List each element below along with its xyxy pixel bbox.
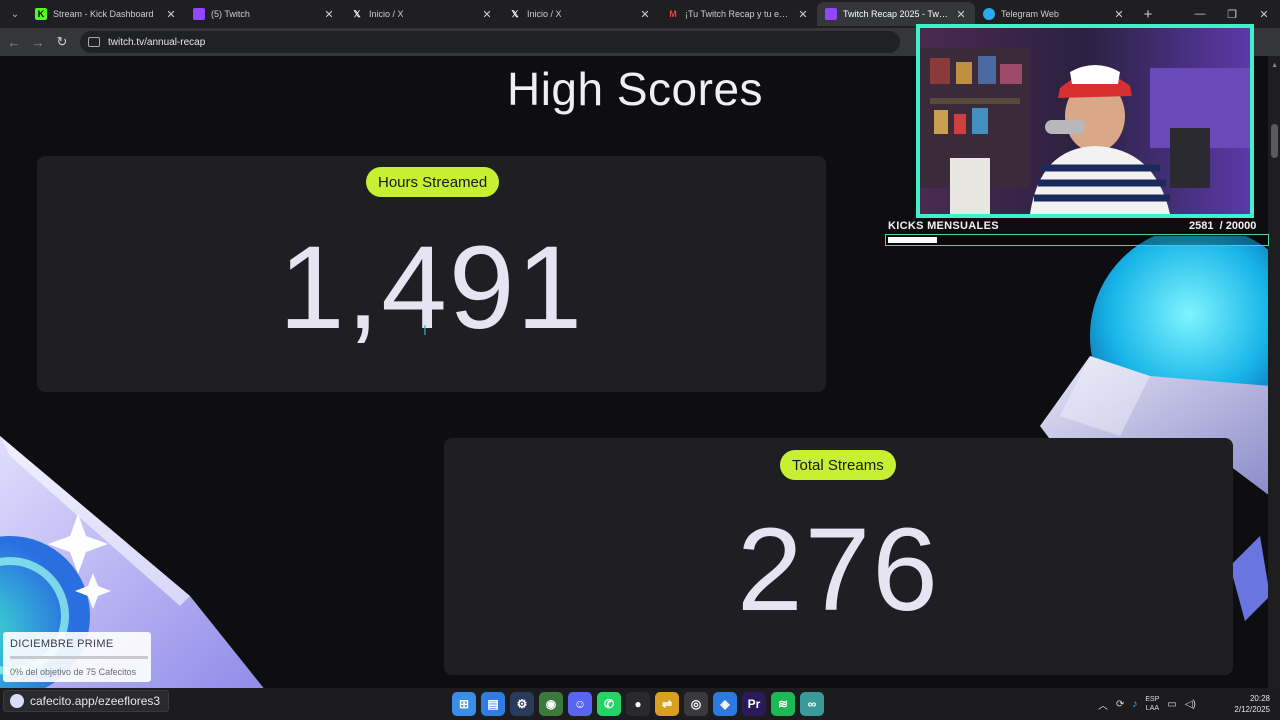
file-explorer-icon[interactable]: ▤ bbox=[481, 692, 505, 716]
blue-app-icon[interactable]: ◈ bbox=[713, 692, 737, 716]
link-status-bubble: cafecito.app/ezeeflores3 bbox=[3, 690, 170, 712]
system-tray: ︿ ⟳ ♪ ESP LAA ▭ ◁) bbox=[1098, 688, 1196, 720]
webcam-image bbox=[920, 28, 1250, 214]
clock-date: 2/12/2025 bbox=[1234, 705, 1270, 714]
kicks-target: / 20000 bbox=[1219, 220, 1257, 232]
x-icon: 𝕏 bbox=[353, 8, 361, 19]
prime-goal-subtitle: 0% del objetivo de 75 Cafecitos bbox=[10, 667, 137, 677]
text-cursor-icon: I bbox=[423, 322, 427, 338]
obs-studio-icon[interactable]: ◎ bbox=[684, 692, 708, 716]
microphone-icon[interactable]: ♪ bbox=[1132, 699, 1137, 710]
taskbar-clock[interactable]: 20:28 2/12/2025 bbox=[1228, 693, 1270, 715]
close-tab-icon[interactable]: ✕ bbox=[1113, 8, 1125, 21]
tab-title: (5) Twitch bbox=[211, 9, 250, 19]
browser-tab[interactable]: 𝕏 Inicio / X ✕ bbox=[343, 2, 501, 26]
lang-top: ESP bbox=[1145, 696, 1160, 703]
tab-search-button[interactable]: ⌄ bbox=[3, 3, 27, 25]
tab-title: Telegram Web bbox=[1001, 9, 1059, 19]
obs-icon[interactable]: ● bbox=[626, 692, 650, 716]
chrome-icon[interactable]: ◉ bbox=[539, 692, 563, 716]
browser-tab[interactable]: K Stream - Kick Dashboard ✕ bbox=[27, 2, 185, 26]
clock-time: 20:28 bbox=[1249, 694, 1270, 703]
gmail-icon: M bbox=[669, 9, 677, 19]
close-tab-icon[interactable]: ✕ bbox=[481, 8, 493, 21]
network-icon[interactable]: ▭ bbox=[1167, 699, 1176, 710]
tab-title: ¡Tu Twitch Recap y tu emblema bbox=[685, 9, 791, 19]
site-info-icon[interactable] bbox=[88, 37, 100, 47]
windows-taskbar: ⊞ ▤ ⚙ ◉ ☺ ✆ ● ⇌ ◎ ◈ Pr ≋ ∞ ︿ ⟳ ♪ ESP LAA ▭ ◁) 20:28 2/… bbox=[0, 688, 1280, 720]
browser-tab[interactable]: M ¡Tu Twitch Recap y tu emblema ✕ bbox=[659, 2, 817, 26]
kicks-progress-fill bbox=[888, 237, 938, 243]
stat-value: 1,491 bbox=[278, 222, 585, 354]
address-bar[interactable]: twitch.tv/annual-recap bbox=[80, 31, 900, 53]
app2-icon[interactable]: ∞ bbox=[800, 692, 824, 716]
tab-title: Inicio / X bbox=[369, 9, 404, 19]
forward-icon[interactable]: → bbox=[26, 30, 50, 54]
tab-title: Inicio / X bbox=[527, 9, 562, 19]
volume-icon[interactable]: ◁) bbox=[1185, 699, 1196, 710]
premiere-icon[interactable]: Pr bbox=[742, 692, 766, 716]
stat-value: 276 bbox=[737, 504, 940, 636]
prime-goal-widget: DICIEMBRE PRIME 0% del objetivo de 75 Ca… bbox=[3, 632, 151, 682]
lang-bottom: LAA bbox=[1145, 705, 1160, 712]
close-tab-icon[interactable]: ✕ bbox=[639, 8, 651, 21]
close-tab-icon[interactable]: ✕ bbox=[797, 8, 809, 21]
webcam-overlay bbox=[916, 24, 1254, 218]
tab-title: Twitch Recap 2025 - Twitch bbox=[843, 9, 949, 19]
browser-tab[interactable]: (5) Twitch ✕ bbox=[185, 2, 343, 26]
browser-tab[interactable]: Telegram Web ✕ bbox=[975, 2, 1133, 26]
telegram-icon bbox=[983, 8, 995, 20]
spotify-icon[interactable]: ≋ bbox=[771, 692, 795, 716]
tab-title: Stream - Kick Dashboard bbox=[53, 9, 154, 19]
prime-progress-bar bbox=[10, 656, 148, 659]
browser-tab[interactable]: Twitch Recap 2025 - Twitch ✕ bbox=[817, 2, 975, 26]
new-tab-button[interactable]: + bbox=[1137, 3, 1159, 25]
kick-icon: K bbox=[35, 8, 47, 20]
back-icon[interactable]: ← bbox=[2, 30, 26, 54]
whatsapp-icon[interactable]: ✆ bbox=[597, 692, 621, 716]
scroll-up-icon[interactable]: ▲ bbox=[1271, 62, 1278, 69]
kicks-goal-label: KICKS MENSUALES bbox=[888, 220, 999, 232]
sync-icon[interactable]: ⟳ bbox=[1116, 699, 1124, 710]
link-favicon-icon bbox=[10, 694, 24, 708]
x-icon: 𝕏 bbox=[511, 8, 519, 19]
twitch-icon bbox=[193, 8, 205, 20]
kicks-goal-count: 2581 / 20000 bbox=[1189, 220, 1256, 232]
twitch-icon bbox=[825, 8, 837, 20]
link-status-url: cafecito.app/ezeeflores3 bbox=[30, 694, 161, 708]
address-url[interactable]: twitch.tv/annual-recap bbox=[108, 37, 205, 48]
kicks-progress-bar bbox=[885, 234, 1269, 246]
browser-tab[interactable]: 𝕏 Inicio / X ✕ bbox=[501, 2, 659, 26]
stat-card-hours: Hours Streamed 1,491 bbox=[37, 156, 826, 392]
scrollbar-thumb[interactable] bbox=[1271, 124, 1278, 158]
stat-label-pill: Hours Streamed bbox=[366, 167, 500, 197]
screen: ⌄ K Stream - Kick Dashboard ✕ (5) Twitch ✕ 𝕏 I… bbox=[0, 0, 1280, 720]
close-tab-icon[interactable]: ✕ bbox=[165, 8, 177, 21]
prime-goal-title: DICIEMBRE PRIME bbox=[10, 638, 114, 650]
steam-icon[interactable]: ⚙ bbox=[510, 692, 534, 716]
windows-start-icon[interactable]: ⊞ bbox=[452, 692, 476, 716]
app-icon[interactable]: ⇌ bbox=[655, 692, 679, 716]
stat-label-pill: Total Streams bbox=[780, 450, 896, 480]
stat-card-streams: Total Streams 276 bbox=[444, 438, 1233, 675]
tray-overflow-icon[interactable]: ︿ bbox=[1098, 697, 1108, 712]
discord-icon[interactable]: ☺ bbox=[568, 692, 592, 716]
kicks-current: 2581 bbox=[1189, 220, 1214, 232]
close-tab-icon[interactable]: ✕ bbox=[955, 8, 967, 21]
close-tab-icon[interactable]: ✕ bbox=[323, 8, 335, 21]
reload-icon[interactable]: ↻ bbox=[50, 30, 74, 54]
language-indicator[interactable]: ESP LAA bbox=[1145, 695, 1159, 713]
